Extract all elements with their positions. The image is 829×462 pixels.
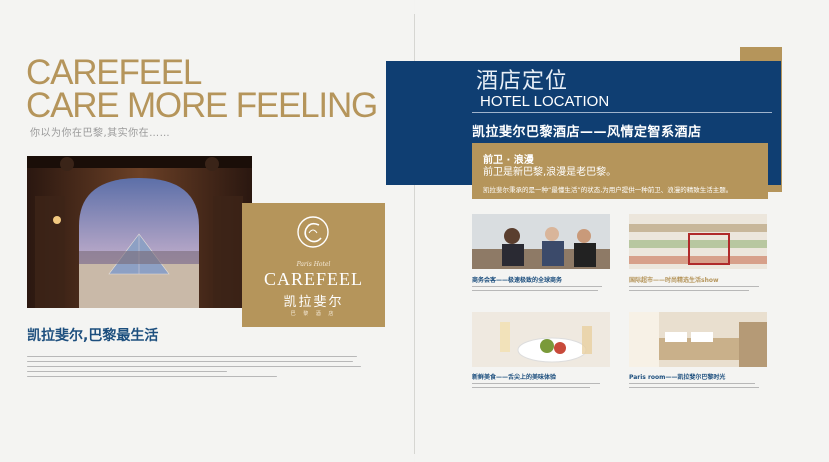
section-title-en: HOTEL LOCATION: [480, 93, 610, 110]
logo-name: CAREFEEL: [263, 269, 363, 289]
hotel-name-heading: 凯拉斐尔巴黎酒店——风情定智系酒店: [472, 125, 702, 140]
room-photo: [629, 312, 767, 367]
food-photo: [472, 312, 610, 367]
left-body-text: [27, 352, 365, 381]
section-title-cn: 酒店定位: [476, 69, 569, 94]
logo-script: Paris Hotel: [296, 261, 331, 268]
hotel-logo: Paris Hotel CAREFEEL 凯拉斐尔 巴 黎 酒 店: [242, 203, 385, 327]
panel-subtitle: 前卫是新巴黎,浪漫是老巴黎。: [483, 167, 617, 178]
card-text-business: [472, 283, 610, 294]
brochure-spread: CAREFEEL CARE MORE FEELING 你以为你在巴黎,其实你在……: [0, 0, 829, 462]
brand-title-line2: CARE MORE FEELING: [26, 86, 378, 125]
panel-description: 凯拉斐尔秉承的是一种“最懂生活”的状态,为用户提供一种前卫、浪漫的精致生活主题。: [483, 186, 733, 194]
logo-emblem-icon: [297, 216, 329, 248]
logo-chinese-name: 凯拉斐尔: [283, 295, 344, 310]
card-text-food: [472, 380, 610, 391]
business-photo: [472, 214, 610, 269]
card-text-room: [629, 380, 767, 391]
logo-subtext: 巴 黎 酒 店: [290, 311, 337, 317]
brand-title-line1: CAREFEEL: [26, 53, 202, 92]
louvre-photo: [27, 156, 252, 308]
section-divider: [472, 112, 772, 113]
left-heading: 凯拉斐尔,巴黎最生活: [27, 328, 159, 344]
supermarket-photo: [629, 214, 767, 269]
tagline: 你以为你在巴黎,其实你在……: [30, 128, 171, 139]
card-text-supermarket: [629, 283, 767, 294]
